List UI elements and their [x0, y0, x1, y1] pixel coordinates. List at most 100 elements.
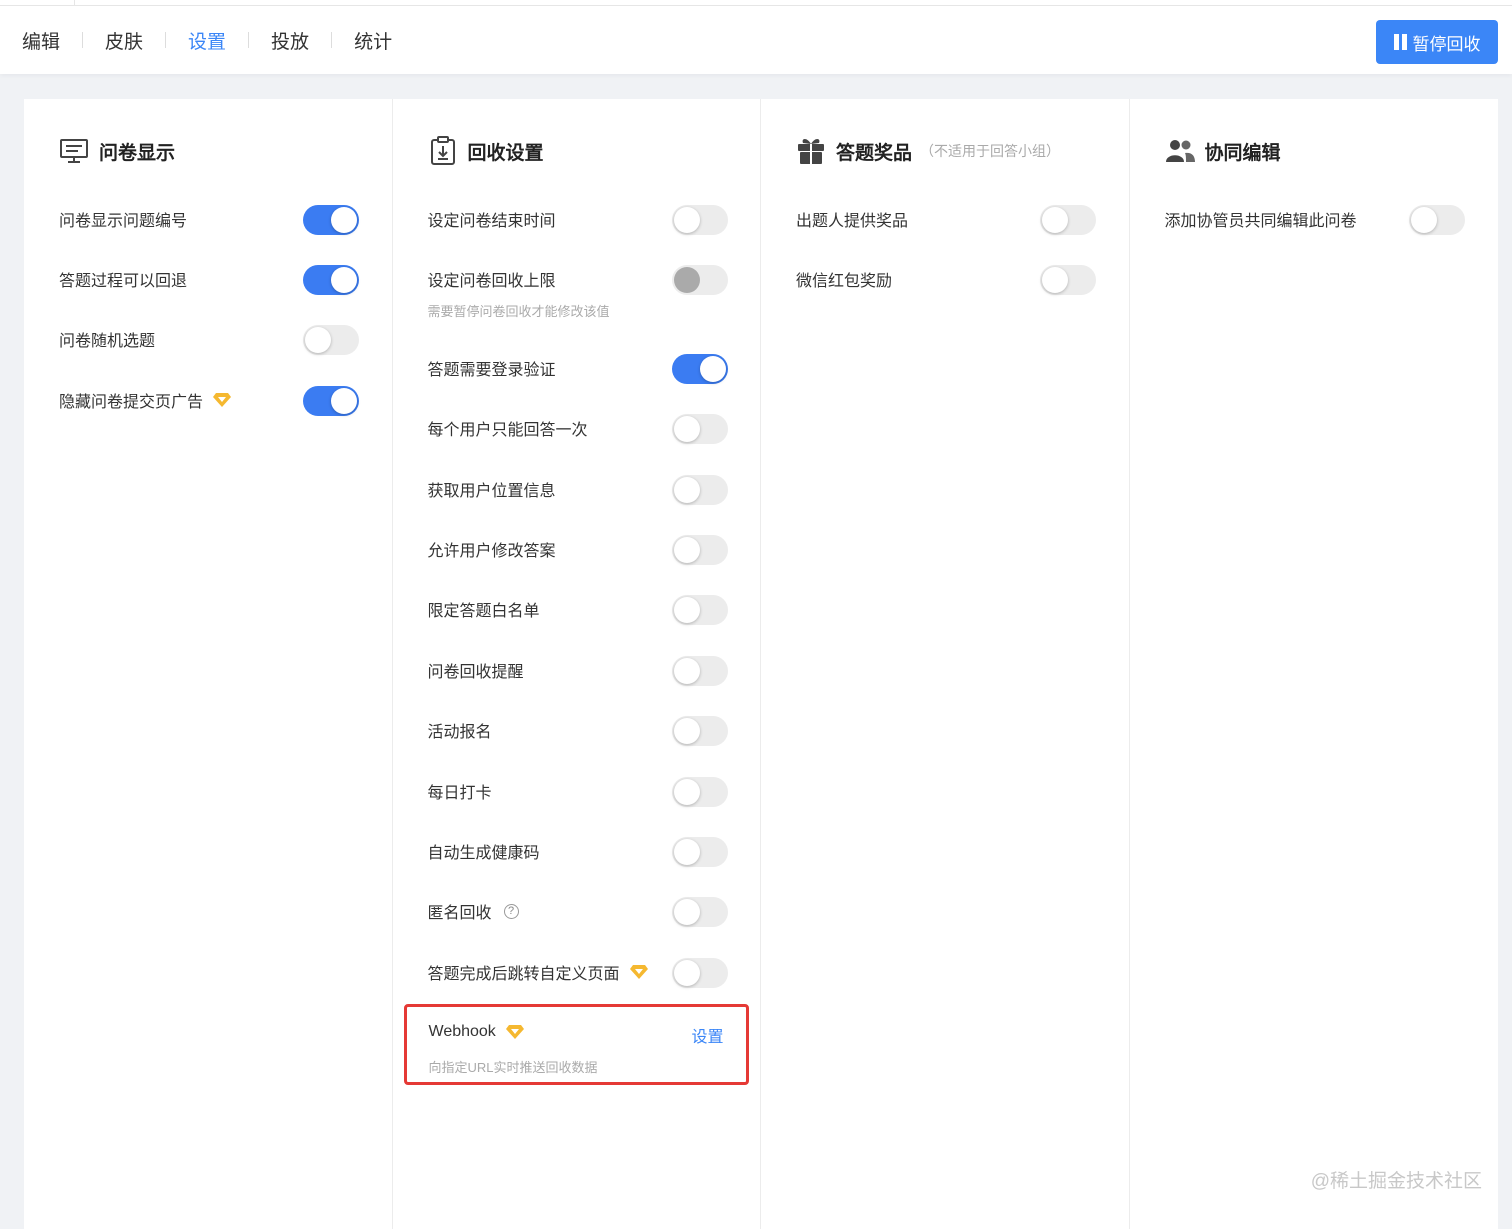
tab-divider	[82, 32, 84, 48]
creator-prize-toggle[interactable]	[1040, 205, 1096, 235]
prize-title: 答题奖品	[836, 142, 913, 164]
setting-row: 微信红包奖励	[796, 261, 1096, 295]
setting-row: 设定问卷回收上限 需要暂停问卷回收才能修改该值	[427, 261, 728, 319]
setting-row: 允许用户修改答案	[428, 531, 728, 565]
anonymous-toggle[interactable]	[671, 897, 728, 927]
setting-label: 问卷显示问题编号	[59, 213, 188, 230]
setting-label: 答题过程可以回退	[59, 273, 188, 290]
setting-label: 问卷回收提醒	[427, 664, 524, 681]
setting-row: 出题人提供奖品	[796, 201, 1096, 235]
setting-label: 匿名回收	[427, 905, 492, 922]
setting-label: 隐藏问卷提交页广告	[59, 394, 204, 411]
collect-reminder-toggle[interactable]	[671, 656, 728, 686]
setting-label: 问卷随机选题	[59, 333, 156, 350]
setting-label: 每个用户只能回答一次	[427, 422, 588, 439]
users-icon	[1165, 137, 1195, 165]
setting-label: 答题需要登录验证	[427, 362, 556, 379]
wechat-redpacket-toggle[interactable]	[1040, 265, 1096, 295]
setting-row: 自动生成健康码	[428, 833, 728, 867]
webhook-hint: 向指定URL实时推送回收数据	[428, 1060, 598, 1075]
allow-back-toggle[interactable]	[303, 265, 359, 295]
health-code-toggle[interactable]	[671, 837, 728, 867]
setting-label: 活动报名	[427, 724, 492, 741]
setting-row: 添加协管员共同编辑此问卷	[1165, 201, 1465, 235]
setting-label-with-badge: 隐藏问卷提交页广告	[59, 388, 232, 412]
random-question-toggle[interactable]	[303, 325, 359, 355]
setting-hint: 需要暂停问卷回收才能修改该值	[427, 304, 610, 319]
prize-note: （不适用于回答小组）	[920, 143, 1061, 159]
settings-panel: 问卷显示 问卷显示问题编号 答题过程可以回退 问卷随机选题 隐藏问卷提交页广告	[24, 99, 1498, 1229]
webhook-label: Webhook	[428, 1023, 496, 1040]
tab-skin[interactable]: 皮肤	[105, 27, 143, 54]
watermark: @稀土掘金技术社区	[1310, 1171, 1482, 1192]
setting-row: 获取用户位置信息	[428, 471, 728, 505]
setting-row: 问卷回收提醒	[428, 652, 728, 686]
setting-label-with-badge: 答题完成后跳转自定义页面	[428, 960, 648, 984]
tab-edit[interactable]: 编辑	[22, 27, 60, 54]
help-icon[interactable]: ?	[503, 903, 519, 919]
tab-stats[interactable]: 统计	[354, 27, 392, 54]
pause-icon	[1393, 34, 1407, 50]
setting-row: 隐藏问卷提交页广告	[59, 382, 359, 416]
login-required-toggle[interactable]	[671, 354, 728, 384]
collect-column: 回收设置 设定问卷结束时间 设定问卷回收上限 需要暂停问卷回收才能修改该值 答题…	[393, 99, 761, 1229]
daily-checkin-toggle[interactable]	[671, 777, 728, 807]
setting-row: 每日打卡	[428, 773, 728, 807]
setting-label: 设定问卷结束时间	[427, 213, 556, 230]
tab-divider	[331, 32, 333, 48]
display-header: 问卷显示	[59, 137, 175, 165]
setting-label: 添加协管员共同编辑此问卷	[1164, 213, 1357, 230]
answer-once-toggle[interactable]	[671, 414, 728, 444]
monitor-icon	[59, 137, 89, 165]
webhook-settings-link[interactable]: 设置	[691, 1023, 723, 1047]
setting-row: 限定答题白名单	[428, 591, 728, 625]
collab-header: 协同编辑	[1165, 137, 1281, 165]
setting-row: 答题需要登录验证	[428, 350, 728, 384]
top-bar: 编辑 皮肤 设置 投放 统计 暂停回收	[0, 6, 1512, 74]
setting-label: 允许用户修改答案	[427, 543, 556, 560]
setting-label: 自动生成健康码	[427, 845, 540, 862]
event-signup-toggle[interactable]	[671, 716, 728, 746]
redirect-page-toggle[interactable]	[671, 958, 728, 988]
hide-ad-toggle[interactable]	[303, 386, 359, 416]
setting-row: 每个用户只能回答一次	[428, 410, 728, 444]
premium-diamond-icon	[213, 393, 232, 407]
collab-column: 协同编辑 添加协管员共同编辑此问卷	[1130, 99, 1499, 1229]
setting-label: 获取用户位置信息	[427, 483, 556, 500]
end-time-toggle[interactable]	[671, 205, 728, 235]
display-title: 问卷显示	[99, 142, 176, 164]
tab-settings[interactable]: 设置	[188, 27, 226, 54]
setting-row: 答题过程可以回退	[59, 261, 359, 295]
clipboard-download-icon	[428, 136, 458, 165]
display-column: 问卷显示 问卷显示问题编号 答题过程可以回退 问卷随机选题 隐藏问卷提交页广告	[24, 99, 393, 1229]
tab-divider	[165, 32, 167, 48]
setting-row: 问卷随机选题	[59, 321, 359, 355]
tab-publish[interactable]: 投放	[271, 27, 309, 54]
setting-row: 答题完成后跳转自定义页面	[428, 954, 728, 988]
tab-bar: 编辑 皮肤 设置 投放 统计	[22, 6, 392, 74]
setting-label: 出题人提供奖品	[796, 213, 909, 230]
prize-header: 答题奖品 （不适用于回答小组）	[796, 137, 1060, 165]
setting-label: 限定答题白名单	[427, 603, 540, 620]
whitelist-toggle[interactable]	[671, 595, 728, 625]
collect-header: 回收设置	[428, 136, 544, 165]
setting-row: 设定问卷结束时间	[428, 201, 728, 235]
add-collaborator-toggle[interactable]	[1408, 205, 1465, 235]
pause-button-label: 暂停回收	[1412, 34, 1481, 54]
setting-row: 问卷显示问题编号	[59, 201, 359, 235]
prize-column: 答题奖品 （不适用于回答小组） 出题人提供奖品 微信红包奖励	[761, 99, 1130, 1229]
collab-title: 协同编辑	[1204, 142, 1281, 164]
setting-label: 微信红包奖励	[796, 273, 893, 290]
collect-title: 回收设置	[467, 142, 544, 164]
setting-row: 匿名回收 ?	[428, 893, 728, 927]
show-question-number-toggle[interactable]	[303, 205, 359, 235]
gift-icon	[796, 137, 826, 165]
pause-collection-button[interactable]: 暂停回收	[1376, 20, 1498, 64]
location-toggle[interactable]	[671, 475, 728, 505]
modify-answer-toggle[interactable]	[671, 535, 728, 565]
collect-limit-toggle[interactable]	[671, 265, 728, 295]
setting-row: 活动报名	[428, 712, 728, 746]
setting-label: 每日打卡	[427, 785, 492, 802]
setting-label: 设定问卷回收上限	[427, 273, 556, 290]
webhook-label-with-badge: Webhook	[429, 1023, 524, 1041]
